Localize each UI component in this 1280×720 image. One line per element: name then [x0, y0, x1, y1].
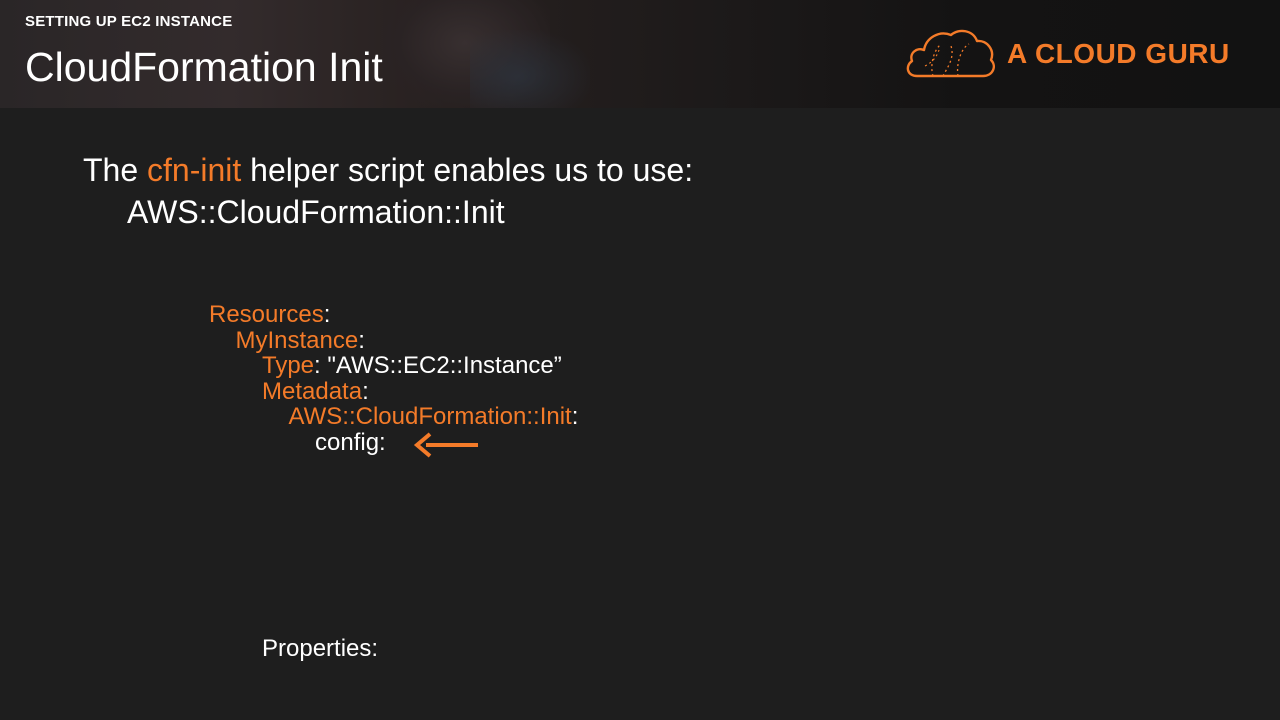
intro-suffix: helper script enables us to use:: [241, 152, 694, 188]
header-background-photo-detail: [470, 30, 590, 108]
code-line-myinstance: MyInstance:: [209, 326, 578, 354]
brand-logo: A CLOUD GURU: [903, 26, 1230, 82]
code-key-init: AWS::CloudFormation::Init: [288, 403, 572, 431]
cloud-logo-icon: [903, 26, 995, 82]
code-value-type: "AWS::EC2::Instance”: [327, 352, 562, 380]
code-colon: :: [358, 326, 365, 354]
code-line-type: Type: "AWS::EC2::Instance”: [209, 353, 578, 379]
intro-prefix: The: [83, 152, 148, 188]
intro-sentence: The cfn-init helper script enables us to…: [83, 150, 693, 190]
code-line-config: config:: [209, 430, 578, 456]
code-colon: :: [362, 377, 369, 405]
cfn-init-highlight: cfn-init: [147, 152, 242, 188]
code-colon: :: [571, 403, 579, 431]
code-colon: :: [323, 301, 331, 328]
brand-name: A CLOUD GURU: [1007, 38, 1230, 69]
code-line-metadata: Metadata:: [209, 377, 578, 405]
code-line-init: AWS::CloudFormation::Init:: [209, 403, 579, 431]
code-key-metadata: Metadata: [262, 377, 363, 405]
section-label: SETTING UP EC2 INSTANCE: [25, 13, 233, 30]
header-banner: SETTING UP EC2 INSTANCE CloudFormation I…: [0, 0, 1280, 108]
page-title: CloudFormation Init: [25, 44, 383, 90]
code-key-type: Type: [262, 352, 315, 380]
code-key-resources: Resources: [209, 301, 324, 328]
code-colon: :: [314, 352, 321, 380]
code-key-properties: Properties:: [262, 635, 379, 662]
code-key-myinstance: MyInstance: [235, 326, 359, 354]
code-key-config: config:: [315, 428, 386, 456]
yaml-code-block: Resources: MyInstance: Type: "AWS::EC2::…: [209, 302, 578, 456]
code-line-resources: Resources:: [209, 302, 578, 328]
intro-subject: AWS::CloudFormation::Init: [127, 194, 505, 230]
left-arrow-icon: [412, 431, 482, 464]
